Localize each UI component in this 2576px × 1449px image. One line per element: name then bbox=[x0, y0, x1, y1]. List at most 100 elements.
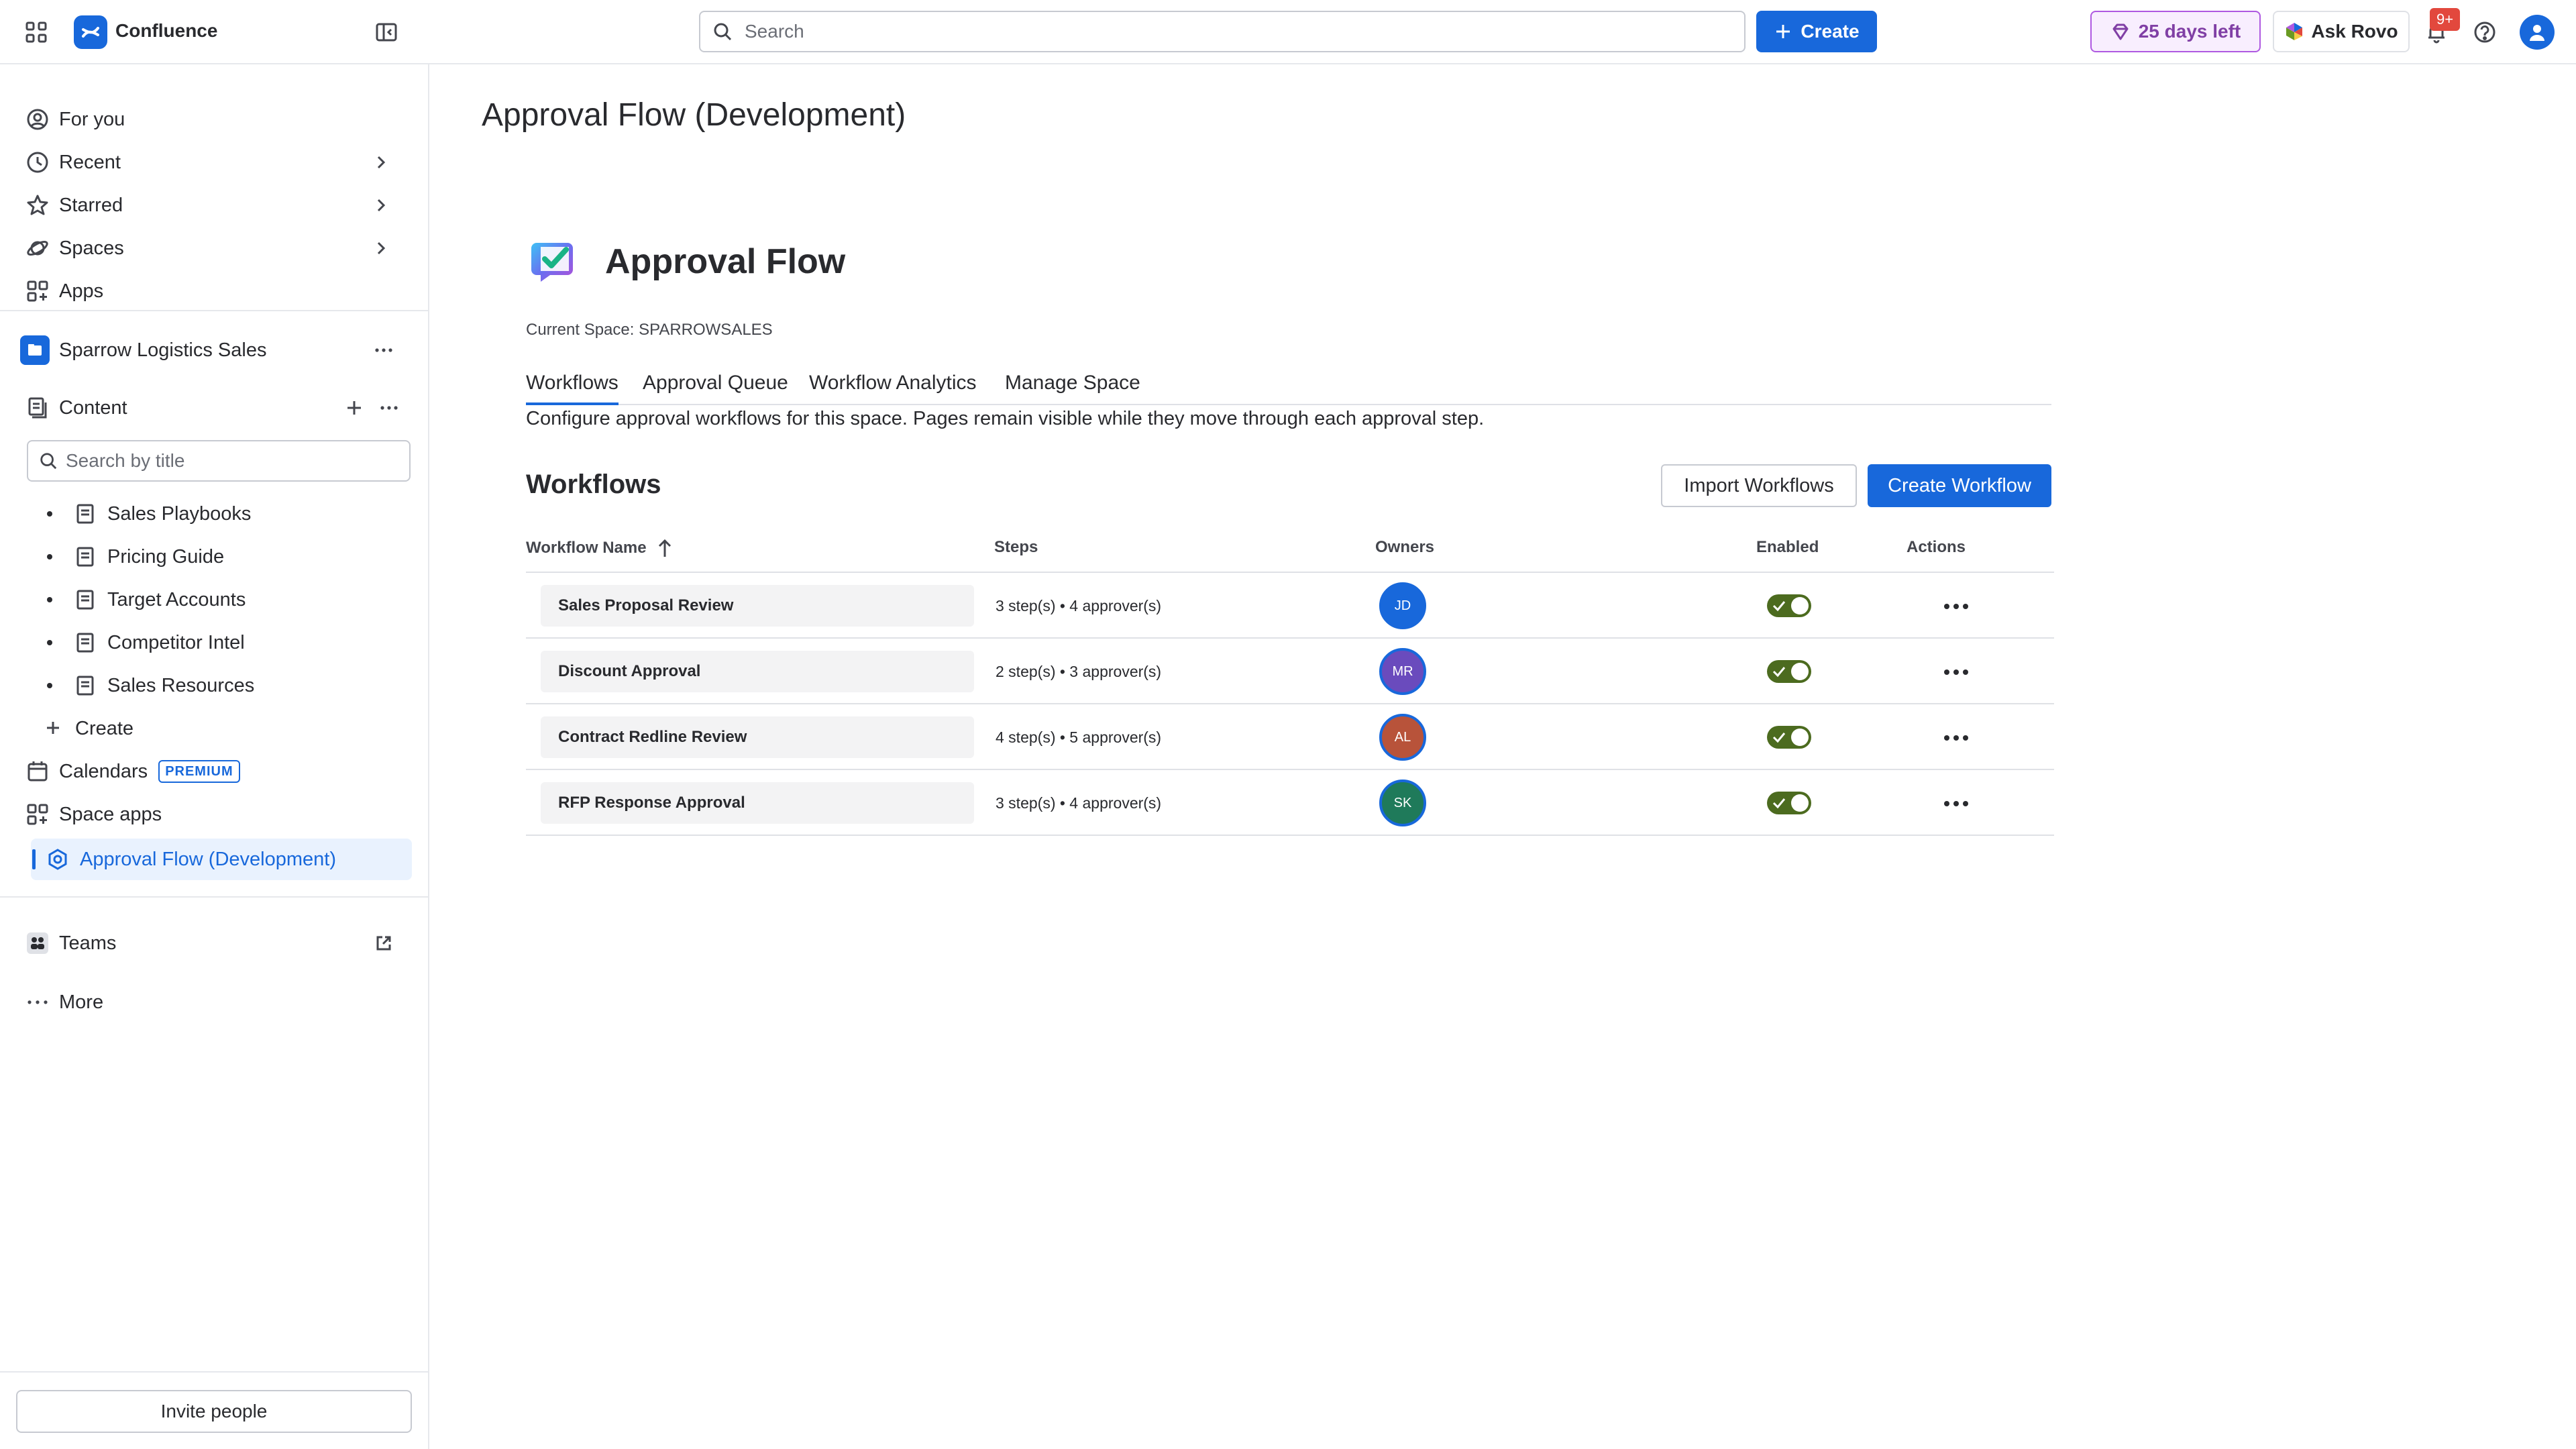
page-tree-item[interactable]: Target Accounts bbox=[47, 581, 409, 619]
check-icon bbox=[1772, 600, 1786, 612]
tab-approval-queue[interactable]: Approval Queue bbox=[643, 372, 788, 405]
table-row: Sales Proposal Review 3 step(s) • 4 appr… bbox=[526, 573, 2054, 639]
trial-status-button[interactable]: 25 days left bbox=[2090, 11, 2261, 52]
rovo-icon bbox=[2284, 21, 2304, 42]
owner-avatar[interactable]: JD bbox=[1379, 582, 1426, 629]
sidebar-item-starred[interactable]: Starred bbox=[25, 186, 401, 224]
workflow-name[interactable]: RFP Response Approval bbox=[541, 782, 974, 824]
page-icon bbox=[74, 545, 97, 568]
row-actions-button[interactable] bbox=[1940, 724, 1972, 751]
toggle-knob bbox=[1791, 729, 1809, 746]
profile-avatar-icon[interactable] bbox=[2520, 15, 2555, 50]
chevron-right-icon[interactable] bbox=[370, 237, 392, 259]
app-hexagon-icon bbox=[46, 848, 69, 871]
page-tree-item[interactable]: Sales Playbooks bbox=[47, 495, 409, 533]
enabled-toggle[interactable] bbox=[1767, 660, 1811, 683]
column-header-name[interactable]: Workflow Name bbox=[526, 538, 674, 558]
chevron-right-icon[interactable] bbox=[370, 152, 392, 173]
space-header[interactable]: Sparrow Logistics Sales bbox=[20, 331, 405, 369]
create-page-label: Create bbox=[75, 717, 134, 739]
page-icon bbox=[74, 502, 97, 525]
search-input[interactable] bbox=[745, 21, 1684, 42]
sidebar-item-spaces[interactable]: Spaces bbox=[25, 229, 401, 267]
owner-avatar[interactable]: AL bbox=[1379, 714, 1426, 761]
sidebar-item-label: For you bbox=[59, 108, 125, 130]
page-tree-item[interactable]: Pricing Guide bbox=[47, 538, 409, 576]
tab-workflows[interactable]: Workflows bbox=[526, 372, 619, 405]
apps-grid-icon bbox=[25, 802, 50, 826]
table-row: Discount Approval 2 step(s) • 3 approver… bbox=[526, 639, 2054, 704]
page-title: Approval Flow (Development) bbox=[482, 97, 906, 133]
app-switcher-icon[interactable] bbox=[24, 20, 48, 44]
sidebar-item-label: More bbox=[59, 991, 104, 1013]
page-title-label: Sales Playbooks bbox=[107, 502, 252, 525]
bullet bbox=[47, 640, 52, 645]
sidebar-item-space-apps[interactable]: Space apps bbox=[25, 796, 401, 833]
page-title-label: Sales Resources bbox=[107, 674, 255, 696]
page-tree-item[interactable]: Competitor Intel bbox=[47, 624, 409, 661]
sidebar-item-content[interactable]: Content bbox=[25, 389, 411, 427]
page-title-label: Competitor Intel bbox=[107, 631, 245, 653]
sidebar-item-calendars[interactable]: Calendars PREMIUM bbox=[25, 753, 401, 790]
trial-days-label: 25 days left bbox=[2138, 21, 2241, 42]
app-title: Approval Flow bbox=[605, 242, 846, 281]
sidebar-search[interactable] bbox=[27, 440, 411, 482]
workflows-table: Workflow Name Steps Owners Enabled Actio… bbox=[526, 530, 2054, 836]
row-actions-button[interactable] bbox=[1940, 659, 1972, 686]
sidebar-item-more[interactable]: More bbox=[25, 983, 401, 1021]
enabled-toggle[interactable] bbox=[1767, 594, 1811, 617]
workflow-name[interactable]: Contract Redline Review bbox=[541, 716, 974, 758]
more-options-icon[interactable] bbox=[372, 338, 396, 362]
owner-avatar[interactable]: SK bbox=[1379, 780, 1426, 826]
create-button[interactable]: Create bbox=[1756, 11, 1877, 52]
sidebar-item-for-you[interactable]: For you bbox=[25, 101, 401, 138]
search-by-title-input[interactable] bbox=[66, 450, 388, 472]
product-name[interactable]: Confluence bbox=[115, 20, 217, 42]
external-link-icon[interactable] bbox=[373, 932, 394, 954]
ask-rovo-label: Ask Rovo bbox=[2311, 21, 2398, 42]
create-page-button[interactable]: Create bbox=[42, 710, 417, 747]
workflow-name[interactable]: Sales Proposal Review bbox=[541, 585, 974, 627]
tab-workflow-analytics[interactable]: Workflow Analytics bbox=[809, 372, 977, 405]
search-icon bbox=[712, 21, 733, 42]
table-header: Workflow Name Steps Owners Enabled Actio… bbox=[526, 530, 2054, 573]
chevron-right-icon[interactable] bbox=[370, 195, 392, 216]
sidebar-item-teams[interactable]: Teams bbox=[25, 924, 404, 962]
collapse-sidebar-icon[interactable] bbox=[374, 20, 398, 44]
tab-description: Configure approval workflows for this sp… bbox=[526, 408, 1485, 429]
sidebar-item-recent[interactable]: Recent bbox=[25, 144, 401, 181]
sidebar-item-approval-flow[interactable]: Approval Flow (Development) bbox=[31, 839, 412, 880]
page-title-label: Target Accounts bbox=[107, 588, 246, 610]
page-tree-item[interactable]: Sales Resources bbox=[47, 667, 409, 704]
sort-ascending-icon[interactable] bbox=[656, 538, 674, 558]
more-options-icon[interactable] bbox=[377, 396, 401, 420]
sidebar-item-label: Recent bbox=[59, 151, 121, 173]
global-search[interactable] bbox=[699, 11, 1746, 52]
enabled-toggle[interactable] bbox=[1767, 792, 1811, 814]
help-icon[interactable] bbox=[2471, 19, 2498, 46]
row-actions-button[interactable] bbox=[1940, 790, 1972, 817]
row-actions-button[interactable] bbox=[1940, 593, 1972, 620]
workflow-steps: 2 step(s) • 3 approver(s) bbox=[996, 663, 1162, 680]
ask-rovo-button[interactable]: Ask Rovo bbox=[2273, 11, 2410, 52]
page-title-label: Pricing Guide bbox=[107, 545, 225, 568]
sidebar-item-apps[interactable]: Apps bbox=[25, 272, 401, 310]
workflow-name[interactable]: Discount Approval bbox=[541, 651, 974, 692]
toggle-knob bbox=[1791, 597, 1809, 614]
confluence-logo-icon[interactable] bbox=[74, 15, 107, 49]
bullet bbox=[47, 554, 52, 559]
clock-icon bbox=[25, 150, 50, 174]
calendar-icon bbox=[25, 759, 50, 784]
import-workflows-button[interactable]: Import Workflows bbox=[1661, 464, 1857, 507]
add-content-icon[interactable] bbox=[342, 396, 366, 420]
sidebar: For you Recent Starred Spaces Apps Sparr… bbox=[0, 64, 429, 1449]
create-workflow-button[interactable]: Create Workflow bbox=[1868, 464, 2051, 507]
owner-avatar[interactable]: MR bbox=[1379, 648, 1426, 695]
enabled-toggle[interactable] bbox=[1767, 726, 1811, 749]
star-icon bbox=[25, 193, 50, 217]
person-circle-icon bbox=[25, 107, 50, 131]
tab-manage-space[interactable]: Manage Space bbox=[1005, 372, 1140, 405]
plus-icon bbox=[1774, 22, 1792, 41]
section-title: Workflows bbox=[526, 470, 661, 499]
invite-people-button[interactable]: Invite people bbox=[16, 1390, 412, 1433]
